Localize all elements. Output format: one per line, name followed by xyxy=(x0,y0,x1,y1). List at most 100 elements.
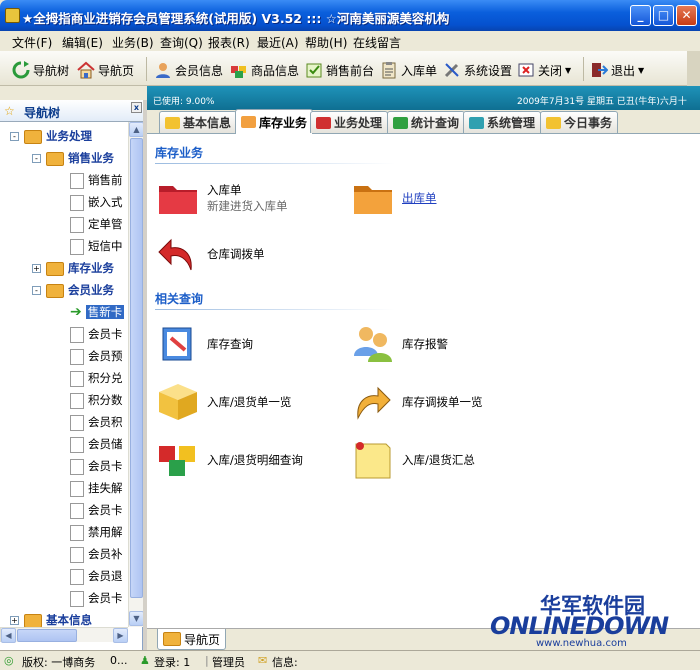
collapse-icon[interactable]: - xyxy=(32,154,41,163)
search-doc-icon xyxy=(162,327,192,361)
system-settings-button[interactable]: 系统设置 xyxy=(443,60,512,80)
document-icon xyxy=(70,238,84,255)
maximize-button[interactable]: □ xyxy=(653,5,674,26)
tree-node[interactable]: 积分数 xyxy=(70,392,123,409)
tree-node[interactable]: 短信中 xyxy=(70,238,123,255)
menu-file[interactable]: 文件(F) xyxy=(12,34,52,51)
menu-help[interactable]: 帮助(H) xyxy=(305,34,347,51)
tab-label: 今日事务 xyxy=(564,116,613,130)
tree-node[interactable]: 积分兑 xyxy=(70,370,123,387)
title-bar[interactable]: ★全拇指商业进销存会员管理系统(试用版) V3.52 ::: ☆河南美丽源美容机… xyxy=(0,0,700,31)
stock-in-return-summary-label: 入库/退货汇总 xyxy=(402,453,475,467)
tree-node-label: 短信中 xyxy=(88,239,123,253)
tab-5[interactable]: 今日事务 xyxy=(540,111,619,133)
tab-1[interactable]: 库存业务 xyxy=(235,109,314,134)
nav-tree-button[interactable]: 导航树 xyxy=(12,60,69,80)
tree-node[interactable]: 会员退 xyxy=(70,568,123,585)
tree-node[interactable]: ➔ 售新卡 xyxy=(70,304,125,320)
folder-icon xyxy=(546,116,561,129)
watermark-en: ONLINEDOWN xyxy=(490,612,669,640)
tree-node[interactable]: 禁用解 xyxy=(70,524,123,541)
tree-node[interactable]: 基本信息 xyxy=(24,612,92,627)
menu-business[interactable]: 业务(B) xyxy=(112,34,154,51)
stock-in-return-summary-item[interactable]: 入库/退货汇总 xyxy=(352,440,475,480)
stock-in-return-detail-item[interactable]: 入库/退货明细查询 xyxy=(157,440,303,480)
app-icon[interactable] xyxy=(5,8,20,23)
scroll-thumb[interactable] xyxy=(130,138,143,598)
warehouse-transfer-item[interactable]: 仓库调拨单 xyxy=(157,234,265,274)
scroll-down-button[interactable]: ▼ xyxy=(129,611,144,626)
stock-query-item[interactable]: 库存查询 xyxy=(157,324,253,364)
window-title: ★全拇指商业进销存会员管理系统(试用版) V3.52 ::: ☆河南美丽源美容机… xyxy=(22,11,450,26)
close-window-button[interactable]: 关闭 ▼ xyxy=(517,60,571,80)
scroll-left-button[interactable]: ◀ xyxy=(1,628,16,643)
scroll-right-button[interactable]: ▶ xyxy=(113,628,128,643)
stock-in-button[interactable]: 入库单 xyxy=(380,60,437,80)
tree-node[interactable]: 销售业务 xyxy=(46,150,114,166)
message-icon: ✉ xyxy=(258,654,268,667)
tree-node[interactable]: 会员积 xyxy=(70,414,123,431)
tree-node[interactable]: 业务处理 xyxy=(24,128,92,144)
status-bar: ◎ 版权: 一博商务 0... ♟ 登录: 1 | 管理员 ✉ 信息: xyxy=(0,650,700,670)
sales-front-button[interactable]: 销售前台 xyxy=(305,60,374,80)
menu-recent[interactable]: 最近(A) xyxy=(257,34,299,51)
tab-nav-page[interactable]: 导航页 xyxy=(157,629,227,650)
panel-close-icon[interactable]: x xyxy=(131,102,142,113)
tab-0[interactable]: 基本信息 xyxy=(159,111,238,133)
tree-node[interactable]: 会员卡 xyxy=(70,326,123,343)
nav-tree-label: 导航树 xyxy=(33,63,70,78)
tab-4[interactable]: 系统管理 xyxy=(463,111,542,133)
menu-online-message[interactable]: 在线留言 xyxy=(353,34,401,51)
minimize-button[interactable]: _ xyxy=(630,5,651,26)
tree-horizontal-scrollbar[interactable]: ◀ ▶ xyxy=(0,627,128,643)
scroll-up-button[interactable]: ▲ xyxy=(129,122,144,137)
tree-node[interactable]: 嵌入式 xyxy=(70,194,123,211)
tree-node[interactable]: 挂失解 xyxy=(70,480,123,497)
stock-out-item[interactable]: 出库单 xyxy=(352,178,437,218)
tree-node[interactable]: 定单管 xyxy=(70,216,123,233)
close-button[interactable]: ✕ xyxy=(676,5,697,26)
tree-node[interactable]: 会员储 xyxy=(70,436,123,453)
document-icon xyxy=(70,370,84,387)
tree-node[interactable]: 会员卡 xyxy=(70,502,123,519)
tree-vertical-scrollbar[interactable]: ▲ ▼ xyxy=(128,122,144,627)
tree-node[interactable]: 销售前 xyxy=(70,172,123,189)
star-icon: ☆ xyxy=(4,104,15,118)
member-info-button[interactable]: 会员信息 xyxy=(154,60,223,80)
tree-node[interactable]: 库存业务 xyxy=(46,260,114,276)
menu-edit[interactable]: 编辑(E) xyxy=(62,34,103,51)
nav-page-button[interactable]: 导航页 xyxy=(77,60,134,80)
toolbar-overflow-handle[interactable] xyxy=(687,51,700,86)
chevron-down-icon[interactable]: ▼ xyxy=(565,66,571,75)
collapse-icon[interactable]: - xyxy=(10,132,19,141)
folder-icon xyxy=(24,613,42,627)
tab-3[interactable]: 统计查询 xyxy=(387,111,466,133)
transfer-list-item[interactable]: 库存调拨单一览 xyxy=(352,382,483,422)
tab-2[interactable]: 业务处理 xyxy=(310,111,389,133)
cubes-icon xyxy=(159,446,195,476)
folder-icon xyxy=(393,116,408,129)
h-scroll-thumb[interactable] xyxy=(17,629,77,642)
expand-icon[interactable]: + xyxy=(10,616,19,625)
note-icon xyxy=(355,442,391,479)
tree-node-label: 会员预 xyxy=(88,349,123,363)
stock-out-link[interactable]: 出库单 xyxy=(402,190,437,206)
folder-icon xyxy=(46,261,64,276)
stock-in-return-list-item[interactable]: 入库/退货单一览 xyxy=(157,382,291,422)
close-window-icon xyxy=(518,63,534,77)
collapse-icon[interactable]: - xyxy=(32,286,41,295)
tree-node[interactable]: 会员预 xyxy=(70,348,123,365)
menu-report[interactable]: 报表(R) xyxy=(208,34,250,51)
tree-node[interactable]: 会员业务 xyxy=(46,282,114,298)
stock-in-item[interactable]: 入库单 新建进货入库单 xyxy=(157,178,288,218)
chevron-down-icon[interactable]: ▼ xyxy=(638,66,644,75)
menu-query[interactable]: 查询(Q) xyxy=(160,34,203,51)
product-info-button[interactable]: 商品信息 xyxy=(230,60,299,80)
tree-node[interactable]: 会员卡 xyxy=(70,458,123,475)
exit-label: 退出 xyxy=(611,63,636,78)
exit-button[interactable]: 退出 ▼ xyxy=(590,60,644,80)
tree-node[interactable]: 会员卡 xyxy=(70,590,123,607)
expand-icon[interactable]: + xyxy=(32,264,41,273)
tree-node[interactable]: 会员补 xyxy=(70,546,123,563)
stock-alarm-item[interactable]: 库存报警 xyxy=(352,324,448,364)
